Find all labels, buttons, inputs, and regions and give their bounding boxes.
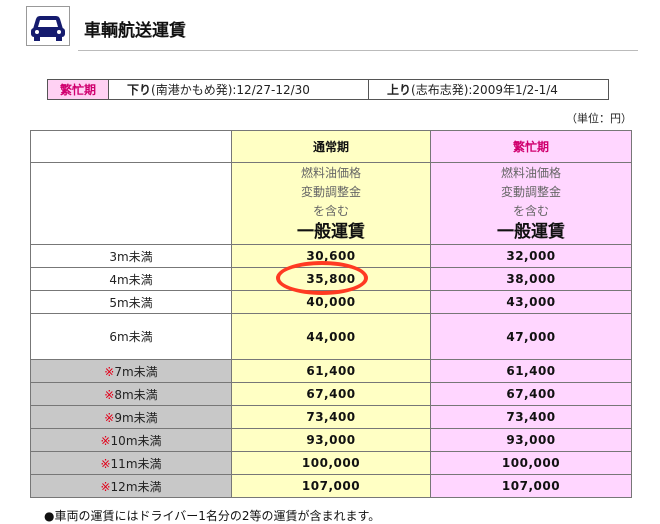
vehicle-length-cell: 3m未満 [30, 244, 232, 268]
vehicle-length-label: 7m未満 [114, 364, 158, 379]
vehicle-length-label: 10m未満 [110, 433, 162, 448]
busy-fare-cell: 67,400 [430, 382, 632, 406]
down-period-text: (南港かもめ発):12/27-12/30 [151, 83, 310, 97]
vehicle-length-cell: ※9m未満 [30, 405, 232, 429]
vehicle-length-label: 4m未満 [109, 272, 153, 287]
unit-label: （単位：円） [566, 112, 632, 125]
busy-fare-cell: 38,000 [430, 267, 632, 291]
vehicle-length-label: 6m未満 [109, 330, 153, 344]
normal-fare-cell: 61,400 [231, 359, 431, 383]
down-label: 下り [127, 83, 152, 97]
down-route-period: 下り (南港かもめ発):12/27-12/30 [109, 80, 369, 99]
vehicle-length-label: 9m未満 [114, 410, 158, 425]
busy-fare-cell: 107,000 [430, 474, 632, 498]
busy-fare-cell: 43,000 [430, 290, 632, 314]
vehicle-length-label: 8m未満 [114, 387, 158, 402]
vehicle-length-cell: ※8m未満 [30, 382, 232, 406]
vehicle-length-label: 5m未満 [109, 295, 153, 310]
header-divider [78, 50, 638, 51]
up-route-period: 上り (志布志発):2009年1/2-1/4 [369, 80, 608, 99]
col-normal-header: 通常期 [231, 130, 431, 163]
normal-fare-cell: 100,000 [231, 451, 431, 475]
desc-line: 燃料油価格 [500, 166, 561, 180]
header-empty-cell [30, 130, 232, 163]
note-mark: ※ [104, 387, 115, 402]
table-row: ※11m未満 100,000 100,000 [30, 451, 632, 475]
normal-fare-cell: 67,400 [231, 382, 431, 406]
busy-fare-cell: 47,000 [430, 313, 632, 360]
page-title: 車輌航送運賃 [84, 21, 186, 41]
normal-fare-cell: 73,400 [231, 405, 431, 429]
desc-title: 一般運賃 [497, 222, 565, 242]
highlight-circle [276, 261, 368, 295]
busy-fare-cell: 61,400 [430, 359, 632, 383]
table-row: ※9m未満 73,400 73,400 [30, 405, 632, 429]
desc-line: を含む [312, 204, 349, 218]
busy-fare-cell: 32,000 [430, 244, 632, 268]
up-label: 上り [387, 83, 412, 97]
page-header: 車輌航送運賃 [26, 6, 638, 51]
up-period-text: (志布志発):2009年1/2-1/4 [411, 83, 558, 97]
note-mark: ※ [104, 364, 115, 379]
table-header-row: 通常期 繁忙期 [30, 130, 632, 163]
normal-fare-cell: 107,000 [231, 474, 431, 498]
busy-season-bar: 繁忙期 下り (南港かもめ発):12/27-12/30 上り (志布志発):2009… [47, 79, 609, 100]
busy-desc-cell: 燃料油価格 変動調整金 を含む 一般運賃 [430, 162, 632, 245]
desc-line: 変動調整金 [300, 185, 361, 199]
vehicle-length-cell: ※12m未満 [30, 474, 232, 498]
vehicle-length-cell: 4m未満 [30, 267, 232, 291]
table-desc-row: 燃料油価格 変動調整金 を含む 一般運賃 燃料油価格 変動調整金 を含む 一般運… [30, 162, 632, 245]
note-mark: ※ [104, 410, 115, 425]
vehicle-length-label: 12m未満 [110, 479, 162, 494]
vehicle-length-cell: 5m未満 [30, 290, 232, 314]
vehicle-length-cell: 6m未満 [30, 313, 232, 360]
desc-line: 変動調整金 [500, 185, 561, 199]
car-icon [26, 6, 70, 46]
table-row: ※12m未満 107,000 107,000 [30, 474, 632, 498]
footnote: ●車両の運賃にはドライバー1名分の2等の運賃が含まれます。 [44, 509, 381, 523]
normal-fare-cell: 44,000 [231, 313, 431, 360]
desc-line: 燃料油価格 [300, 166, 361, 180]
table-row: 6m未満 44,000 47,000 [30, 313, 632, 360]
busy-season-tag: 繁忙期 [48, 80, 109, 99]
col-busy-header: 繁忙期 [430, 130, 632, 163]
note-mark: ※ [100, 433, 111, 448]
normal-desc-cell: 燃料油価格 変動調整金 を含む 一般運賃 [231, 162, 431, 245]
table-row: ※8m未満 67,400 67,400 [30, 382, 632, 406]
desc-title: 一般運賃 [297, 222, 365, 242]
busy-fare-cell: 73,400 [430, 405, 632, 429]
table-row: ※7m未満 61,400 61,400 [30, 359, 632, 383]
normal-fare-cell: 93,000 [231, 428, 431, 452]
fare-table: 通常期 繁忙期 燃料油価格 変動調整金 を含む 一般運賃 燃料油価格 変動調整金… [30, 130, 632, 498]
note-mark: ※ [100, 479, 111, 494]
busy-fare-cell: 93,000 [430, 428, 632, 452]
desc-empty-cell [30, 162, 232, 245]
note-mark: ※ [100, 456, 111, 471]
busy-fare-cell: 100,000 [430, 451, 632, 475]
table-row: ※10m未満 93,000 93,000 [30, 428, 632, 452]
vehicle-length-cell: ※10m未満 [30, 428, 232, 452]
vehicle-length-label: 11m未満 [110, 456, 162, 471]
desc-line: を含む [512, 204, 549, 218]
vehicle-length-label: 3m未満 [109, 249, 153, 264]
vehicle-length-cell: ※11m未満 [30, 451, 232, 475]
vehicle-length-cell: ※7m未満 [30, 359, 232, 383]
